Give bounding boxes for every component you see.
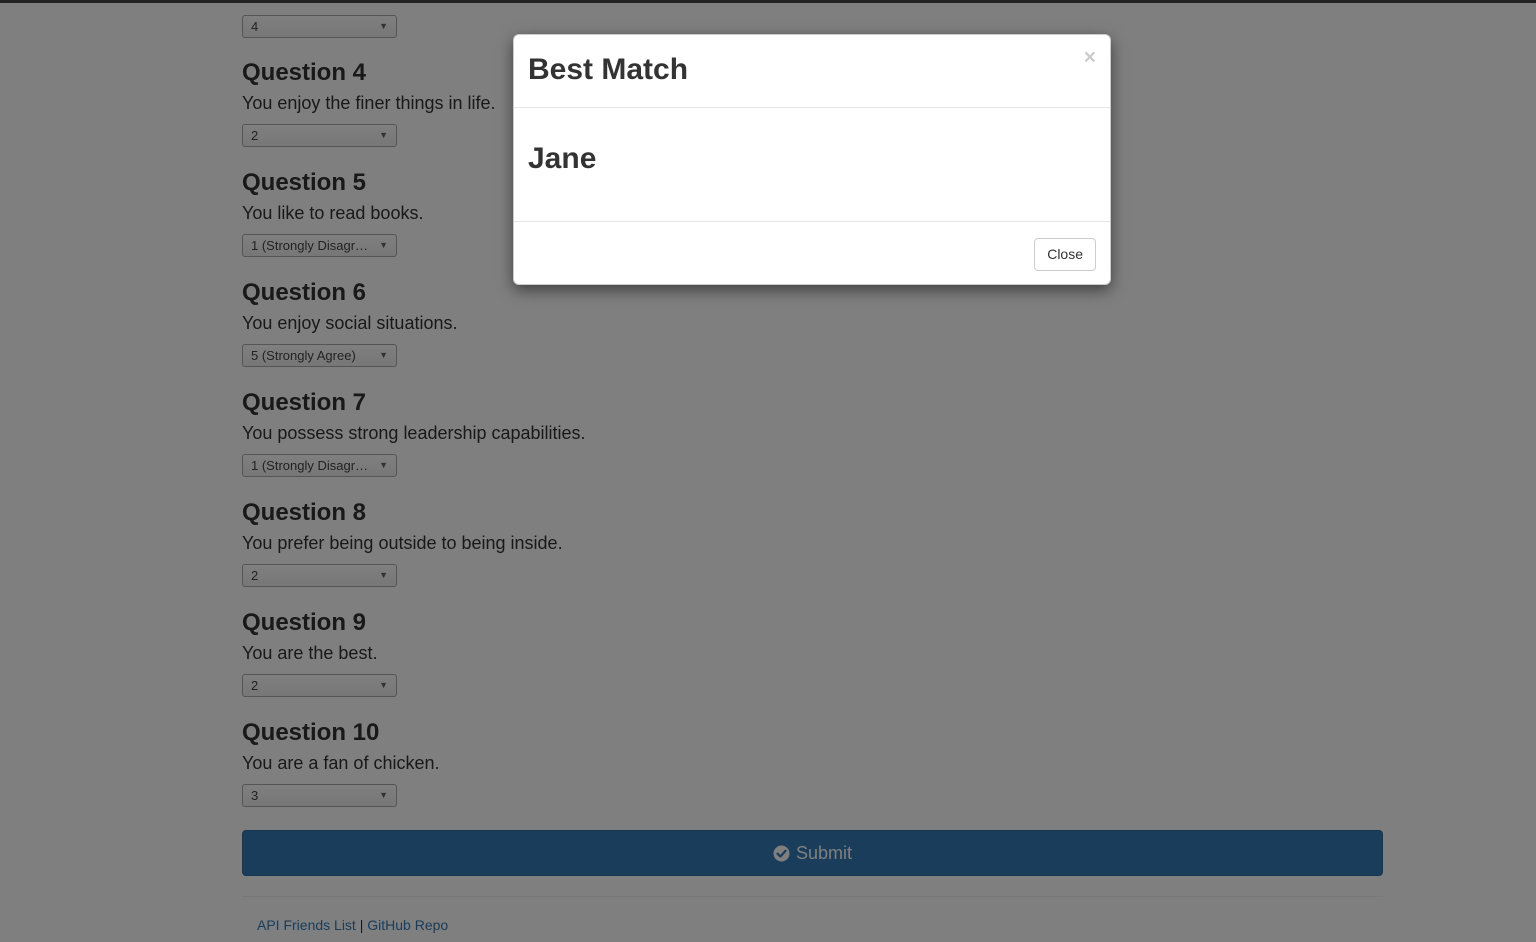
- close-button[interactable]: Close: [1034, 238, 1096, 271]
- best-match-modal: Best Match × Jane Close: [513, 34, 1111, 285]
- modal-title: Best Match: [528, 53, 689, 86]
- close-icon[interactable]: ×: [1084, 46, 1096, 70]
- modal-body: Jane: [514, 108, 1110, 222]
- top-border: [0, 0, 1536, 3]
- modal-header: Best Match ×: [514, 35, 1110, 108]
- modal-footer: Close: [514, 222, 1110, 286]
- match-name: Jane: [528, 142, 597, 175]
